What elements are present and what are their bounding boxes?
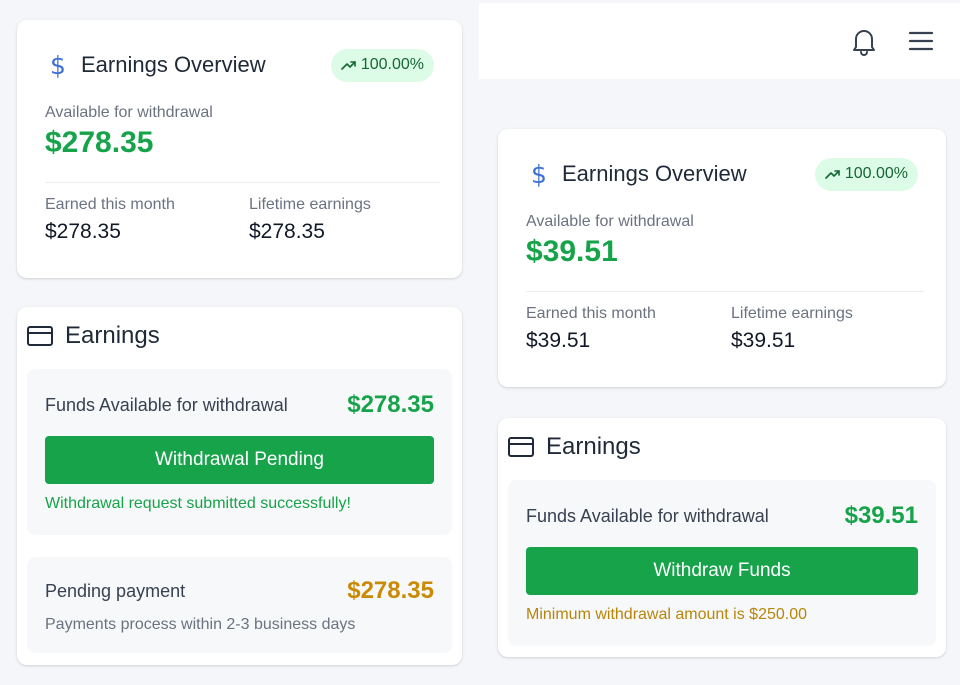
- bell-icon[interactable]: [850, 26, 878, 56]
- pending-payment-panel: Pending payment $278.35 Payments process…: [27, 557, 452, 653]
- left-earnings-overview-card: $ Earnings Overview 100.00% Available fo…: [17, 20, 462, 278]
- dollar-icon: $: [50, 50, 66, 80]
- funds-panel: Funds Available for withdrawal $39.51 Wi…: [508, 480, 936, 646]
- growth-badge: 100.00%: [814, 157, 918, 191]
- available-label: Available for withdrawal: [526, 213, 694, 230]
- month-earned-value: $278.35: [45, 220, 121, 243]
- overview-header: $ Earnings Overview 100.00%: [526, 157, 918, 191]
- earnings-header: Earnings: [27, 321, 160, 351]
- screenshot-stage: $ Earnings Overview 100.00% Available fo…: [0, 0, 960, 685]
- funds-available-amount: $278.35: [347, 391, 434, 418]
- withdrawal-success-message: Withdrawal request submitted successfull…: [45, 495, 351, 512]
- month-earned-value: $39.51: [526, 329, 591, 352]
- hamburger-menu-icon[interactable]: [908, 31, 934, 51]
- overview-header: $ Earnings Overview 100.00%: [45, 48, 434, 82]
- lifetime-earnings-value: $39.51: [731, 329, 796, 352]
- growth-badge-value: 100.00%: [844, 165, 908, 182]
- pending-payment-amount: $278.35: [347, 577, 434, 604]
- right-earnings-overview-card: $ Earnings Overview 100.00% Available fo…: [498, 129, 946, 387]
- month-earned-label: Earned this month: [526, 305, 656, 322]
- trending-up-icon: [341, 61, 356, 70]
- divider: [526, 291, 924, 292]
- earnings-title: Earnings: [546, 433, 641, 460]
- funds-panel: Funds Available for withdrawal $278.35 W…: [27, 369, 452, 535]
- right-earnings-card: Earnings Funds Available for withdrawal …: [498, 418, 946, 657]
- available-amount: $278.35: [45, 126, 154, 159]
- left-earnings-card: Earnings Funds Available for withdrawal …: [17, 307, 462, 665]
- funds-available-label: Funds Available for withdrawal: [45, 395, 288, 415]
- divider: [45, 182, 440, 183]
- earnings-header: Earnings: [508, 432, 641, 462]
- lifetime-earnings-label: Lifetime earnings: [249, 196, 371, 213]
- lifetime-earnings-value: $278.35: [249, 220, 325, 243]
- lifetime-earnings-label: Lifetime earnings: [731, 305, 853, 322]
- withdraw-funds-button[interactable]: Withdraw Funds: [526, 547, 918, 595]
- growth-badge: 100.00%: [330, 48, 434, 82]
- top-app-bar: [479, 3, 960, 79]
- withdrawal-pending-button[interactable]: Withdrawal Pending: [45, 436, 434, 484]
- available-label: Available for withdrawal: [45, 104, 213, 121]
- month-earned-label: Earned this month: [45, 196, 175, 213]
- overview-title: Earnings Overview: [81, 52, 266, 77]
- dollar-icon: $: [531, 159, 547, 189]
- credit-card-icon: [508, 437, 534, 457]
- minimum-withdrawal-message: Minimum withdrawal amount is $250.00: [526, 606, 808, 623]
- credit-card-icon: [27, 326, 53, 346]
- pending-payment-note: Payments process within 2-3 business day…: [45, 616, 356, 633]
- pending-payment-label: Pending payment: [45, 581, 186, 601]
- available-amount: $39.51: [526, 235, 618, 268]
- funds-available-label: Funds Available for withdrawal: [526, 506, 769, 526]
- funds-available-amount: $39.51: [844, 502, 918, 529]
- overview-title: Earnings Overview: [562, 161, 747, 186]
- trending-up-icon: [825, 170, 840, 179]
- growth-badge-value: 100.00%: [360, 56, 424, 73]
- earnings-title: Earnings: [65, 322, 160, 349]
